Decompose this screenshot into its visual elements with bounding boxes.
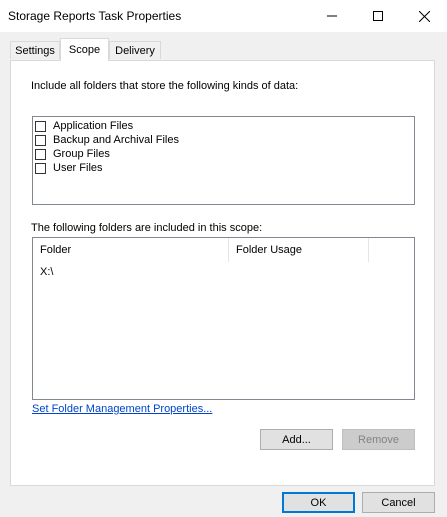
folders-label: The following folders are included in th… xyxy=(31,222,263,234)
title-bar: Storage Reports Task Properties xyxy=(0,0,447,32)
checkbox-label: User Files xyxy=(53,162,103,174)
scope-panel: Include all folders that store the follo… xyxy=(10,60,435,486)
checkbox[interactable] xyxy=(35,148,46,160)
include-label: Include all folders that store the follo… xyxy=(31,80,299,92)
tab-scope[interactable]: Scope xyxy=(60,38,109,61)
window-title: Storage Reports Task Properties xyxy=(8,9,182,23)
ok-button[interactable]: OK xyxy=(282,492,355,513)
add-button[interactable]: Add... xyxy=(260,429,333,450)
checkbox-label: Application Files xyxy=(53,120,134,132)
data-kind-backup-archival-files[interactable]: Backup and Archival Files xyxy=(35,133,179,147)
close-button[interactable] xyxy=(401,0,447,32)
maximize-icon xyxy=(373,11,383,21)
set-folder-management-link[interactable]: Set Folder Management Properties... xyxy=(32,403,212,415)
column-header-folder-usage[interactable]: Folder Usage xyxy=(229,238,369,262)
cancel-button[interactable]: Cancel xyxy=(362,492,435,513)
remove-button[interactable]: Remove xyxy=(342,429,415,450)
data-kind-application-files[interactable]: Application Files xyxy=(35,119,133,133)
checkbox[interactable] xyxy=(35,120,46,132)
minimize-icon xyxy=(327,15,337,17)
checkbox-label: Group Files xyxy=(53,148,110,160)
maximize-button[interactable] xyxy=(355,0,401,32)
checkbox[interactable] xyxy=(35,134,46,146)
tab-delivery[interactable]: Delivery xyxy=(109,41,161,59)
checkbox[interactable] xyxy=(35,162,46,174)
close-icon xyxy=(418,10,430,22)
checkbox-label: Backup and Archival Files xyxy=(53,134,179,146)
folder-list[interactable]: Folder Folder Usage X:\ xyxy=(32,237,415,400)
data-kind-group-files[interactable]: Group Files xyxy=(35,147,110,161)
table-row[interactable]: X:\ xyxy=(40,266,53,278)
folder-cell: X:\ xyxy=(40,266,54,278)
data-kinds-list: Application Files Backup and Archival Fi… xyxy=(32,116,415,205)
column-header-folder[interactable]: Folder xyxy=(33,238,229,262)
minimize-button[interactable] xyxy=(309,0,355,32)
data-kind-user-files[interactable]: User Files xyxy=(35,161,103,175)
tab-settings[interactable]: Settings xyxy=(10,41,60,59)
